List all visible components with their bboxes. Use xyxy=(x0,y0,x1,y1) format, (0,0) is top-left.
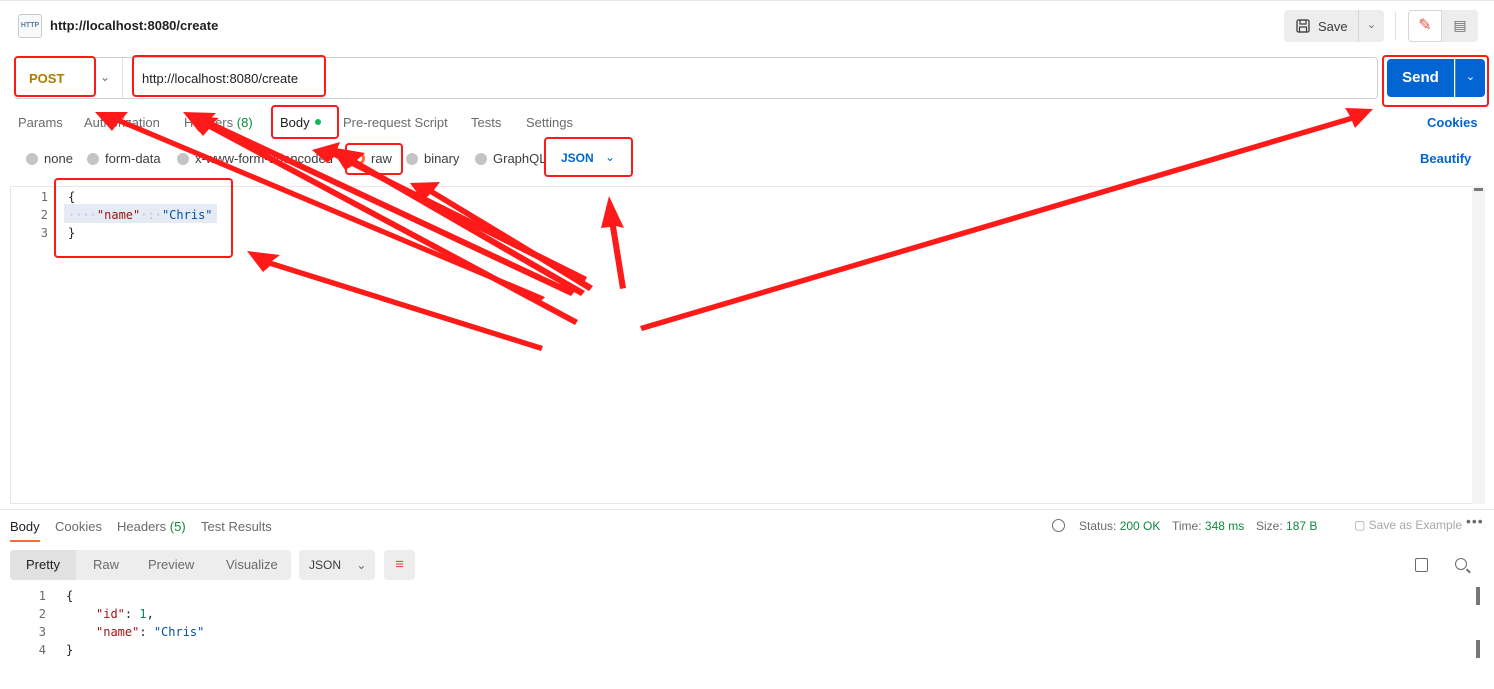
arrow-to-send xyxy=(640,108,1373,331)
arrow-to-form-urlencoded xyxy=(186,115,578,325)
arrow-to-json xyxy=(601,196,626,289)
arrow-to-raw xyxy=(330,147,585,296)
arrow-to-binary-raw xyxy=(410,182,593,291)
arrow-to-url xyxy=(183,112,575,296)
annotation-arrows xyxy=(95,108,1373,351)
arrow-to-editor xyxy=(247,251,543,351)
